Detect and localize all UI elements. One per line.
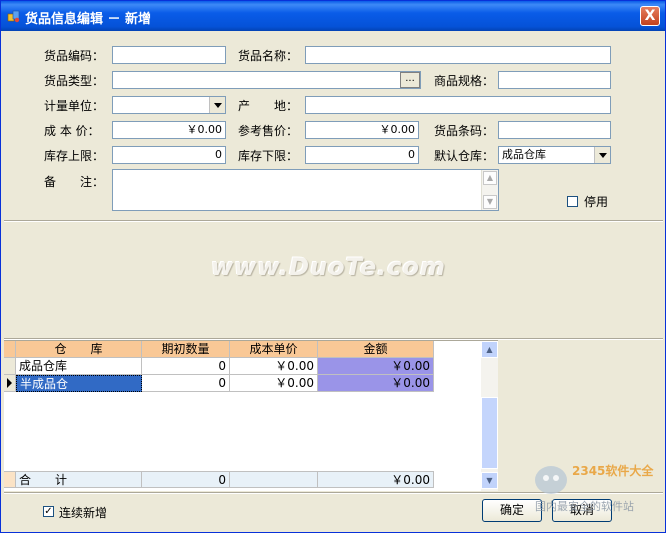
divider	[4, 220, 663, 222]
origin-label: 产 地：	[238, 99, 299, 113]
row-indicator-header	[4, 341, 16, 358]
footer-label: 合 计	[16, 471, 142, 488]
cell-unit-cost[interactable]: ￥0.00	[230, 358, 318, 375]
default-warehouse-value: 成品仓库	[502, 148, 546, 161]
stock-min-input[interactable]: 0	[305, 146, 419, 164]
cell-amount: ￥0.00	[318, 375, 434, 392]
cell-qty[interactable]: 0	[142, 358, 230, 375]
stock-max-input[interactable]: 0	[112, 146, 226, 164]
cell-warehouse[interactable]: 成品仓库	[16, 358, 142, 375]
scroll-down-icon[interactable]: ▼	[481, 472, 498, 489]
row-indicator-current[interactable]	[4, 375, 16, 392]
col-header-amount[interactable]: 金额	[318, 341, 434, 358]
cell-warehouse-selected[interactable]: 半成品仓	[16, 375, 142, 392]
type-input[interactable]: ...	[112, 71, 421, 89]
footer-unit-cost	[230, 471, 318, 488]
scroll-down-icon[interactable]: ▼	[483, 195, 497, 209]
barcode-input[interactable]	[498, 121, 611, 139]
remark-label: 备 注：	[44, 175, 105, 189]
scroll-up-icon[interactable]: ▲	[483, 171, 497, 185]
cost-input[interactable]: ￥0.00	[112, 121, 226, 139]
grid-scrollbar[interactable]: ▲ ▼	[481, 341, 498, 491]
cell-unit-cost[interactable]: ￥0.00	[230, 375, 318, 392]
continue-add-label: 连续新增	[59, 506, 108, 520]
unit-label: 计量单位：	[44, 99, 105, 113]
cell-amount: ￥0.00	[318, 358, 434, 375]
disabled-checkbox[interactable]	[567, 196, 578, 207]
chevron-down-icon[interactable]	[209, 97, 225, 113]
logo-slogan: 国内最安全的软件站	[535, 499, 634, 513]
watermark: www.DuoTe.com	[211, 253, 446, 281]
col-header-unit-cost[interactable]: 成本单价	[230, 341, 318, 358]
row-indicator[interactable]	[4, 358, 16, 375]
unit-select[interactable]	[112, 96, 226, 114]
footer-amount: ￥0.00	[318, 471, 434, 488]
default-warehouse-label: 默认仓库：	[434, 149, 495, 163]
logo-brand: 2345软件大全	[572, 463, 654, 478]
goods-form: 货品编码： 货品名称： 货品类型： ... 商品规格： 计量单位： 产 地： 成…	[4, 31, 663, 219]
col-header-warehouse[interactable]: 仓 库	[16, 341, 142, 358]
type-label: 货品类型：	[44, 74, 105, 88]
barcode-label: 货品条码：	[434, 124, 495, 138]
continue-add-checkbox[interactable]: ✓	[43, 506, 54, 517]
footer-indicator	[4, 471, 16, 488]
spec-input[interactable]	[498, 71, 611, 89]
spec-label: 商品规格：	[434, 74, 495, 88]
cost-label: 成 本 价：	[44, 124, 100, 138]
scroll-up-icon[interactable]: ▲	[481, 341, 498, 358]
default-warehouse-select[interactable]: 成品仓库	[498, 146, 611, 164]
ref-price-input[interactable]: ￥0.00	[305, 121, 419, 139]
window-title: 货品信息编辑 － 新增	[25, 12, 152, 27]
warehouse-grid[interactable]: 仓 库 期初数量 成本单价 金额 成品仓库 0 ￥0.00 ￥0.00 半成品仓…	[4, 340, 498, 491]
code-input[interactable]	[112, 46, 226, 64]
scroll-thumb[interactable]	[481, 397, 498, 469]
title-bar[interactable]: 货品信息编辑 － 新增 X	[1, 1, 665, 31]
disabled-label: 停用	[584, 195, 609, 209]
stock-max-label: 库存上限：	[44, 149, 105, 163]
stock-min-label: 库存下限：	[238, 149, 299, 163]
ref-price-label: 参考售价：	[238, 124, 299, 138]
code-label: 货品编码：	[44, 49, 105, 63]
name-input[interactable]	[305, 46, 611, 64]
site-logo: 2345软件大全 国内最安全的软件站	[535, 463, 654, 513]
cell-qty[interactable]: 0	[142, 375, 230, 392]
col-header-qty[interactable]: 期初数量	[142, 341, 230, 358]
chevron-down-icon[interactable]	[594, 147, 610, 163]
name-label: 货品名称：	[238, 49, 299, 63]
close-button[interactable]: X	[640, 6, 660, 26]
dialog-window: 货品信息编辑 － 新增 X 货品编码： 货品名称： 货品类型： ... 商品规格…	[0, 0, 666, 533]
footer-qty: 0	[142, 471, 230, 488]
remark-scrollbar[interactable]: ▲ ▼	[481, 170, 498, 210]
remark-textarea[interactable]: ▲ ▼	[112, 169, 499, 211]
type-browse-button[interactable]: ...	[400, 72, 420, 88]
origin-input[interactable]	[305, 96, 611, 114]
app-icon	[7, 10, 20, 23]
current-row-arrow-icon	[7, 378, 12, 388]
